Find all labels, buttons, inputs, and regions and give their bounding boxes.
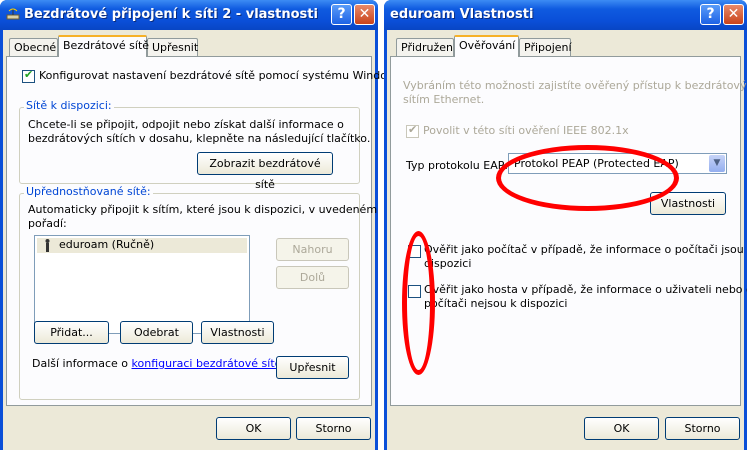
- configure-windows-checkbox[interactable]: [22, 68, 35, 83]
- close-button[interactable]: ✕: [354, 4, 375, 25]
- help-button[interactable]: ?: [700, 4, 721, 25]
- add-button[interactable]: Přidat...: [34, 321, 109, 344]
- available-text-line2: bezdrátových sítích v dosahu, klepněte n…: [28, 132, 371, 145]
- properties-button[interactable]: Vlastnosti: [201, 321, 274, 344]
- cancel-button[interactable]: Storno: [296, 417, 371, 440]
- help-icon: ?: [706, 6, 715, 22]
- preferred-text-line2: pořadí:: [28, 217, 67, 230]
- wireless-network-icon: [45, 239, 50, 252]
- advanced-button[interactable]: Upřesnit: [276, 356, 349, 379]
- close-button[interactable]: ✕: [723, 4, 744, 25]
- more-info-prefix: Další informace o: [32, 357, 132, 370]
- dialog-body: Přidružení Ověřování Připojení Vybráním …: [387, 30, 747, 450]
- titlebar[interactable]: Bezdrátové připojení k síti 2 - vlastnos…: [0, 0, 378, 30]
- available-text-line1: Chcete-li se připojit, odpojit nebo získ…: [28, 118, 344, 131]
- preferred-networks-list[interactable]: eduroam (Ručně): [34, 235, 250, 334]
- remove-button[interactable]: Odebrat: [120, 321, 193, 344]
- preferred-networks-title: Upřednostňované sítě:: [24, 185, 153, 198]
- ieee-8021x-label: Povolit v této síti ověření IEEE 802.1x: [423, 124, 629, 137]
- window-title: eduroam Vlastnosti: [390, 7, 534, 22]
- window-title: Bezdrátové připojení k síti 2 - vlastnos…: [24, 7, 318, 22]
- titlebar[interactable]: eduroam Vlastnosti ? ✕: [384, 0, 747, 30]
- tab-panel: Vybráním této možnosti zajistíte ověřený…: [390, 56, 747, 406]
- move-up-button[interactable]: Nahoru: [276, 238, 349, 261]
- tab-wireless-networks[interactable]: Bezdrátové sítě: [58, 35, 149, 57]
- close-icon: ✕: [358, 6, 371, 22]
- list-item[interactable]: eduroam (Ručně): [37, 238, 247, 253]
- help-button[interactable]: ?: [331, 4, 352, 25]
- close-icon: ✕: [727, 6, 740, 22]
- eduroam-properties-window: eduroam Vlastnosti ? ✕ Přidružení Ověřov…: [384, 0, 747, 450]
- chevron-down-icon[interactable]: ▼: [709, 155, 725, 172]
- tab-panel: Konfigurovat nastavení bezdrátové sítě p…: [6, 56, 402, 406]
- preferred-text-line1: Automaticky připojit k sítím, které jsou…: [28, 203, 378, 216]
- show-wireless-networks-button[interactable]: Zobrazit bezdrátové sítě: [197, 152, 333, 191]
- tab-general[interactable]: Obecné: [9, 38, 58, 57]
- network-name: eduroam (Ručně): [59, 238, 155, 251]
- configure-windows-label: Konfigurovat nastavení bezdrátové sítě p…: [39, 69, 402, 82]
- computer-auth-label-line1: Ověřit jako počítač v případě, že inform…: [424, 243, 747, 256]
- guest-auth-label-line2: počítači nejsou k dispozici: [424, 297, 568, 310]
- description-line2: sítím Ethernet.: [403, 93, 485, 106]
- ok-button[interactable]: OK: [216, 417, 291, 440]
- wireless-connection-properties-window: Bezdrátové připojení k síti 2 - vlastnos…: [0, 0, 402, 450]
- highlight-ring-eap: [496, 145, 679, 211]
- ieee-8021x-checkbox[interactable]: [406, 123, 419, 138]
- tab-advanced[interactable]: Upřesnit: [147, 38, 198, 57]
- guest-auth-label-line1: Ověřit jako hosta v případě, že informac…: [424, 283, 747, 296]
- description-line1: Vybráním této možnosti zajistíte ověřený…: [403, 79, 747, 92]
- wireless-connection-icon: [6, 8, 20, 20]
- available-networks-title: Sítě k dispozici:: [24, 99, 114, 112]
- move-down-button[interactable]: Dolů: [276, 266, 349, 289]
- cancel-button[interactable]: Storno: [665, 417, 740, 440]
- wireless-config-link[interactable]: konfiguraci bezdrátové sítě: [132, 357, 282, 370]
- help-icon: ?: [337, 6, 346, 22]
- dialog-body: Obecné Bezdrátové sítě Upřesnit Konfigur…: [3, 30, 402, 450]
- eap-type-label: Typ protokolu EAP:: [406, 159, 509, 172]
- tab-authentication[interactable]: Ověřování: [454, 35, 519, 57]
- tab-connection[interactable]: Připojení: [519, 38, 572, 57]
- highlight-ring-checkboxes: [402, 231, 435, 375]
- more-info-text: Další informace o konfiguraci bezdrátové…: [32, 357, 281, 371]
- tab-association[interactable]: Přidružení: [396, 38, 456, 57]
- ok-button[interactable]: OK: [584, 417, 659, 440]
